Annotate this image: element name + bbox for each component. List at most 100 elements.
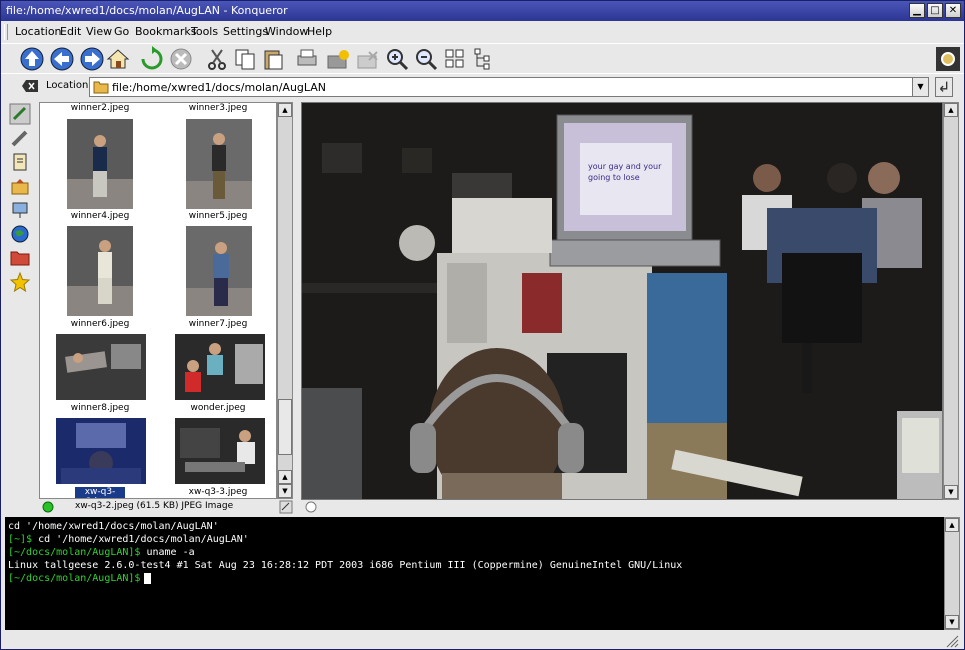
menu-go[interactable]: Go (114, 25, 129, 38)
thumb-caption[interactable]: winner4.jpeg (40, 211, 160, 221)
terminal-scroll-up-button[interactable]: ▲ (945, 518, 959, 532)
title-bar[interactable]: file:/home/xwred1/docs/molan/AugLAN - Ko… (1, 1, 964, 21)
scroll-up-button[interactable]: ▲ (278, 103, 292, 117)
terminal-line: Linux tallgeese 2.6.0-test4 #1 Sat Aug 2… (8, 560, 683, 571)
thumbnail-image (67, 119, 133, 209)
thumb-caption[interactable]: wonder.jpeg (158, 403, 276, 413)
terminal-command: cd '/home/xwred1/docs/molan/AugLAN' (32, 534, 249, 545)
reload-icon[interactable] (139, 46, 165, 72)
thumb-caption[interactable]: winner7.jpeg (158, 319, 276, 329)
paste-icon[interactable] (260, 46, 286, 72)
zoom-in-icon[interactable] (384, 46, 410, 72)
thumbnail-item[interactable] (56, 334, 146, 403)
thumbnail-view[interactable]: winner2.jpeg winner3.jpeg winner4.jpeg w… (39, 102, 277, 499)
status-text: xw-q3-2.jpeg (61.5 KB) JPEG Image (75, 501, 234, 511)
resize-grip-icon[interactable] (945, 634, 959, 648)
clear-location-icon[interactable] (21, 78, 39, 94)
laptop-screen-text-2: going to lose (588, 173, 640, 182)
enter-arrow-icon (939, 81, 948, 92)
menu-bookmarks[interactable]: Bookmarks (135, 25, 196, 38)
home-folder-icon[interactable] (9, 175, 31, 197)
tools-icon[interactable] (9, 127, 31, 149)
thumb-caption[interactable]: winner8.jpeg (40, 403, 160, 413)
konqueror-gear-icon[interactable] (935, 46, 961, 72)
link-view-icon[interactable] (279, 500, 293, 514)
terminal-scrollbar[interactable]: ▲ ▼ (944, 517, 960, 630)
go-button[interactable] (935, 77, 953, 97)
lan-party-photo: your gay and your going to lose (302, 103, 942, 499)
thumb-caption[interactable]: winner6.jpeg (40, 319, 160, 329)
thumbnail-scrollbar[interactable]: ▲ ▲ ▼ (277, 102, 293, 499)
thumb-caption[interactable]: winner2.jpeg (40, 103, 160, 113)
location-value: file:/home/xwred1/docs/molan/AugLAN (112, 81, 327, 94)
up-arrow-icon[interactable] (19, 46, 45, 72)
icon-view-icon[interactable] (442, 46, 468, 72)
delete-icon[interactable] (355, 46, 381, 72)
thumbnail-item[interactable] (67, 119, 133, 212)
maximize-button[interactable]: □ (927, 3, 943, 18)
thumbnail-item[interactable] (175, 334, 265, 403)
configure-icon[interactable] (9, 103, 31, 125)
menu-settings[interactable]: Settings (223, 25, 268, 38)
red-folder-icon[interactable] (9, 247, 31, 269)
cut-icon[interactable] (204, 46, 230, 72)
stop-icon[interactable] (168, 46, 194, 72)
terminal-scroll-down-button[interactable]: ▼ (945, 615, 959, 629)
terminal-emulator[interactable]: cd '/home/xwred1/docs/molan/AugLAN' [~]$… (5, 517, 944, 630)
thumb-caption-selected[interactable]: xw-q3-2.jpeg (75, 487, 125, 498)
bookmarks-star-icon[interactable] (9, 271, 31, 293)
terminal-line: cd '/home/xwred1/docs/molan/AugLAN' (8, 521, 219, 532)
zoom-out-icon[interactable] (413, 46, 439, 72)
print-icon[interactable] (294, 46, 320, 72)
laptop-screen-text-1: your gay and your (588, 162, 662, 171)
konqueror-window: file:/home/xwred1/docs/molan/AugLAN - Ko… (0, 0, 965, 650)
location-dropdown-button[interactable]: ▼ (912, 78, 928, 96)
terminal-line: [~/docs/molan/AugLAN]$ (8, 572, 941, 585)
terminal-line: [~]$ cd '/home/xwred1/docs/molan/AugLAN' (8, 533, 941, 546)
globe-icon[interactable] (9, 223, 31, 245)
terminal-prompt: [~/docs/molan/AugLAN]$ (8, 547, 141, 558)
thumbnail-image (67, 226, 133, 316)
network-icon[interactable] (9, 199, 31, 221)
minimize-button[interactable]: ▁ (909, 3, 925, 18)
scroll-up-button-2[interactable]: ▲ (278, 470, 292, 484)
forward-arrow-icon[interactable] (79, 46, 105, 72)
thumbnail-item[interactable] (175, 418, 265, 487)
new-folder-icon[interactable] (325, 46, 351, 72)
image-scroll-down-button[interactable]: ▼ (944, 485, 958, 499)
image-scrollbar[interactable]: ▲ ▼ (943, 102, 959, 500)
home-icon[interactable] (105, 46, 131, 72)
thumbnail-item[interactable] (186, 119, 252, 212)
menu-help[interactable]: Help (307, 25, 332, 38)
thumbnail-image (186, 119, 252, 209)
scroll-down-button[interactable]: ▼ (278, 484, 292, 498)
history-icon[interactable] (9, 151, 31, 173)
main-toolbar (1, 43, 964, 73)
navigation-panel-tabs (7, 101, 33, 501)
window-title: file:/home/xwred1/docs/molan/AugLAN - Ko… (6, 4, 288, 17)
folder-icon (93, 81, 109, 94)
thumb-caption[interactable]: xw-q3-3.jpeg (158, 487, 276, 497)
menu-window[interactable]: Window (265, 25, 308, 38)
menu-edit[interactable]: Edit (60, 25, 81, 38)
menu-view[interactable]: View (86, 25, 112, 38)
terminal-prompt: [~]$ (8, 534, 33, 545)
image-scroll-up-button[interactable]: ▲ (944, 103, 958, 117)
close-button[interactable]: ✕ (945, 3, 961, 18)
thumbnail-item[interactable] (67, 226, 133, 319)
thumbnail-item-selected[interactable] (56, 418, 146, 487)
scroll-thumb[interactable] (278, 399, 292, 455)
tree-view-icon[interactable] (472, 46, 498, 72)
menu-tools[interactable]: Tools (191, 25, 218, 38)
menubar-grip[interactable] (4, 24, 8, 40)
location-input[interactable]: file:/home/xwred1/docs/molan/AugLAN ▼ (89, 77, 929, 97)
thumbnail-item[interactable] (186, 226, 252, 319)
back-arrow-icon[interactable] (49, 46, 75, 72)
thumbnail-image (186, 226, 252, 316)
image-viewer[interactable]: your gay and your going to lose (301, 102, 943, 500)
thumb-caption[interactable]: winner3.jpeg (158, 103, 276, 113)
menu-location[interactable]: Location (15, 25, 62, 38)
terminal-cursor (144, 572, 152, 584)
thumb-caption[interactable]: winner5.jpeg (158, 211, 276, 221)
copy-icon[interactable] (232, 46, 258, 72)
